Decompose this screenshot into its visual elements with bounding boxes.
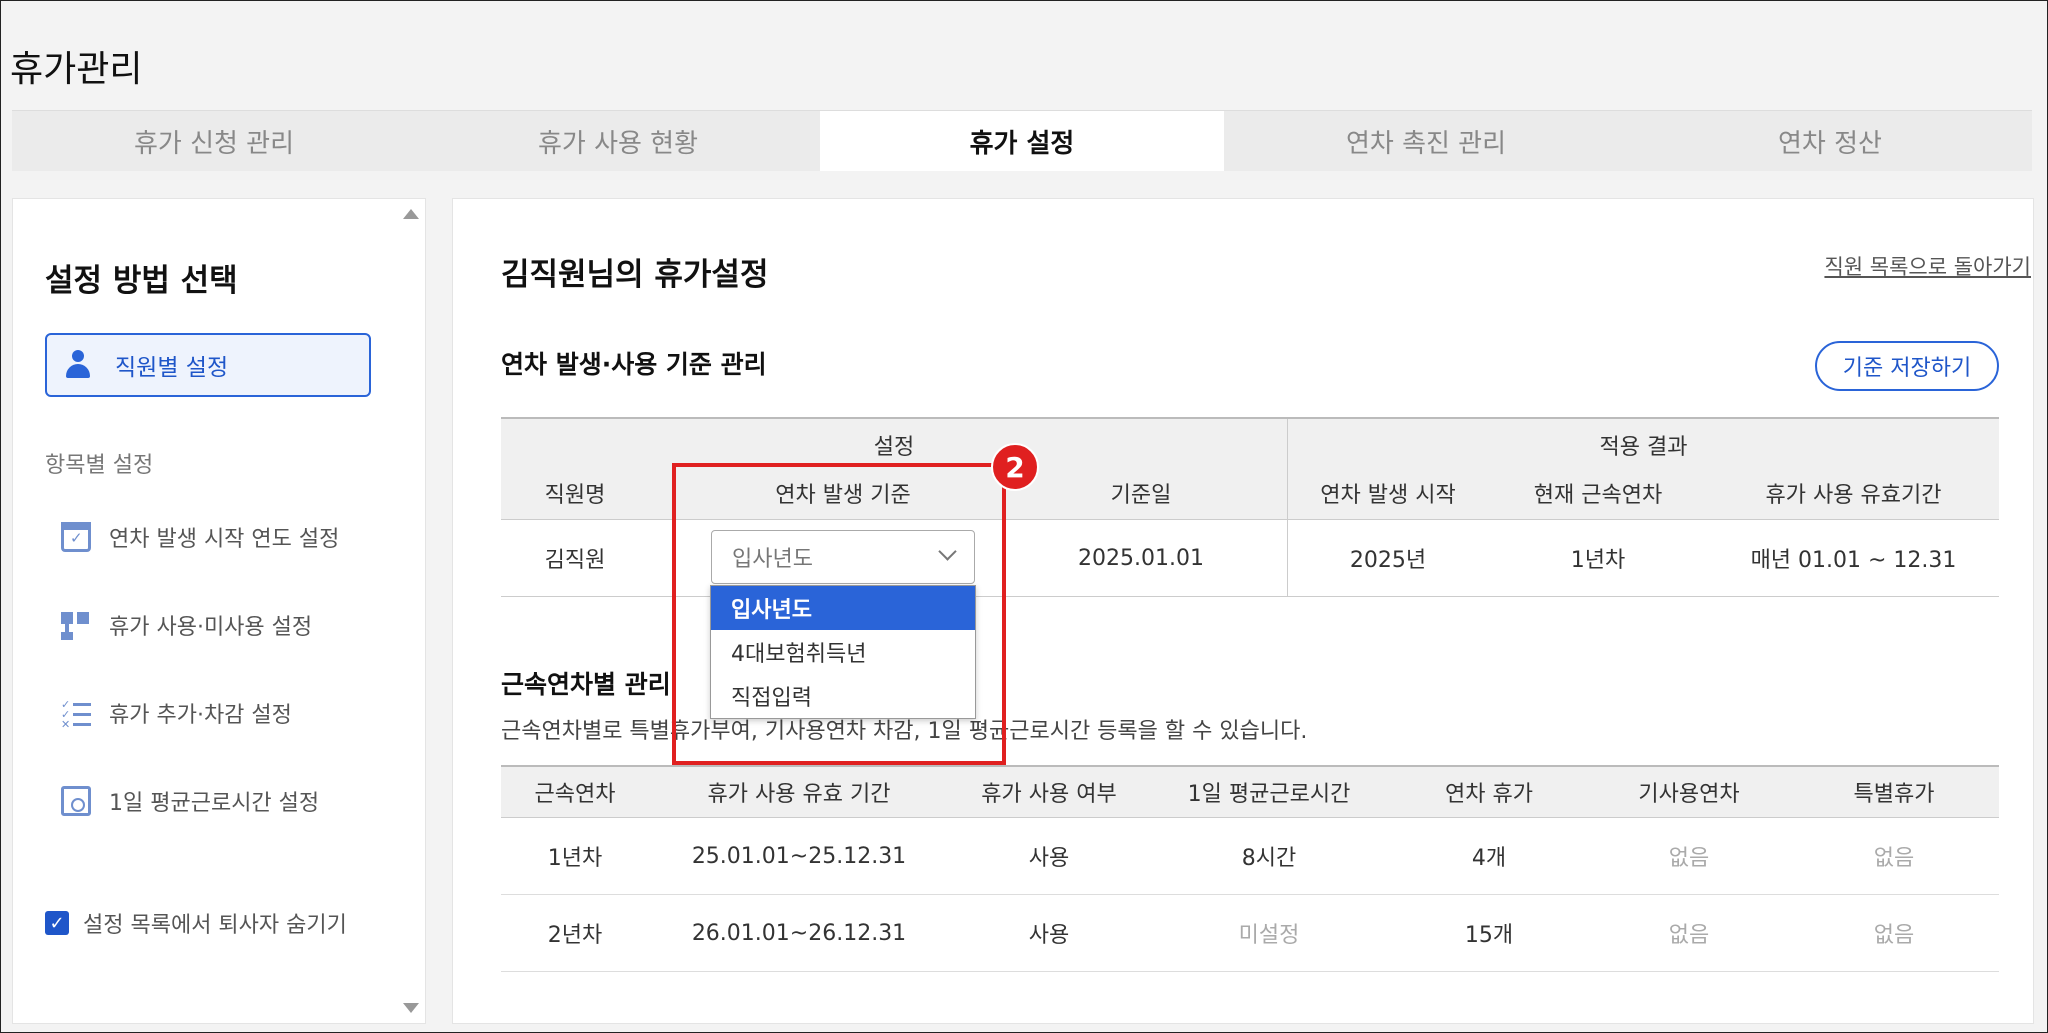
sidebar-item-label: 연차 발생 시작 연도 설정: [109, 527, 340, 552]
scroll-down-icon[interactable]: [403, 1003, 419, 1013]
employee-name: 김직원: [544, 548, 606, 573]
validity: 매년 01.01 ~ 12.31: [1750, 548, 1957, 573]
tenure: 2년차: [547, 923, 603, 948]
sidebar-item-label: 휴가 사용·미사용 설정: [109, 615, 313, 640]
tenure: 1년차: [547, 846, 603, 871]
current-year: 1년차: [1570, 548, 1626, 573]
criteria-table: 설정 적용 결과 직원명 연차 발생 기준 기준일 연차 발생 시작 현재 근속…: [501, 417, 1999, 597]
save-criteria-button[interactable]: 기준 저장하기: [1815, 341, 1999, 391]
criteria-table-header: 설정 적용 결과 직원명 연차 발생 기준 기준일 연차 발생 시작 현재 근속…: [501, 419, 1999, 520]
tab-leave-usage[interactable]: 휴가 사용 현황: [416, 111, 820, 171]
annual-leave: 4개: [1471, 846, 1507, 871]
checklist-icon: ✓ ✓ ✕: [61, 698, 91, 731]
tab-bar: 휴가 신청 관리 휴가 사용 현황 휴가 설정 연차 촉진 관리 연차 정산: [12, 110, 2032, 171]
avg-hours: 8시간: [1241, 846, 1297, 871]
calendar-check-icon: [61, 522, 91, 552]
special-leave[interactable]: 없음: [1789, 818, 1999, 894]
table-row: 1년차 25.01.01~25.12.31 사용 8시간 4개 없음 없음: [501, 818, 1999, 895]
sidebar-title: 설정 방법 선택: [45, 263, 238, 299]
base-date: 2025.01.01: [1078, 545, 1204, 571]
group-header-settings: 설정: [873, 435, 915, 460]
sidebar-item-usage[interactable]: 휴가 사용·미사용 설정: [61, 609, 312, 641]
col-validity-period: 휴가 사용 유효 기간: [707, 782, 891, 807]
tab-leave-settlement[interactable]: 연차 정산: [1628, 111, 2032, 171]
dropdown-option-insurance-year[interactable]: 4대보험취득년: [711, 630, 975, 674]
validity-period: 25.01.01~25.12.31: [691, 843, 907, 869]
dropdown-option-hire-year[interactable]: 입사년도: [711, 586, 975, 630]
col-start-year: 연차 발생 시작: [1320, 483, 1456, 508]
col-base-date: 기준일: [1110, 483, 1172, 508]
validity-period: 26.01.01~26.12.31: [691, 920, 907, 946]
hide-resigned-checkbox[interactable]: ✓ 설정 목록에서 퇴사자 숨기기: [45, 907, 347, 939]
dropdown-option-manual[interactable]: 직접입력: [711, 674, 975, 718]
used-leave[interactable]: 없음: [1589, 895, 1789, 971]
section-title: 근속연차별 관리: [501, 670, 671, 699]
hide-resigned-label: 설정 목록에서 퇴사자 숨기기: [83, 913, 347, 938]
sidebar-item-start-year[interactable]: 연차 발생 시작 연도 설정: [61, 521, 339, 553]
back-to-list-link[interactable]: 직원 목록으로 돌아가기: [1824, 251, 2031, 281]
col-current-year: 현재 근속연차: [1533, 483, 1663, 508]
col-usage: 휴가 사용 여부: [981, 782, 1117, 807]
sidebar-item-avg-hours[interactable]: 1일 평균근로시간 설정: [61, 785, 319, 817]
col-basis: 연차 발생 기준: [775, 483, 911, 508]
basis-select-value: 입사년도: [732, 547, 813, 572]
tab-leave-requests[interactable]: 휴가 신청 관리: [12, 111, 416, 171]
section-title: 연차 발생·사용 기준 관리: [501, 350, 767, 379]
tenure-table-header: 근속연차 휴가 사용 유효 기간 휴가 사용 여부 1일 평균근로시간 연차 휴…: [501, 767, 1999, 818]
col-employee-name: 직원명: [544, 483, 606, 508]
start-year: 2025년: [1349, 548, 1427, 573]
basis-dropdown-menu: 입사년도 4대보험취득년 직접입력: [710, 585, 976, 719]
col-special-leave: 특별휴가: [1853, 782, 1935, 807]
table-row: 2년차 26.01.01~26.12.31 사용 미설정 15개 없음 없음: [501, 895, 1999, 972]
sidebar-subtitle: 항목별 설정: [45, 453, 154, 478]
page-title: 김직원님의 휴가설정: [501, 257, 769, 293]
sidebar: 설정 방법 선택 직원별 설정 항목별 설정 연차 발생 시작 연도 설정 휴가…: [12, 198, 426, 1024]
basis-select[interactable]: 입사년도: [711, 530, 975, 584]
group-header-result: 적용 결과: [1599, 435, 1688, 460]
flow-icon: [61, 610, 91, 640]
tab-leave-promotion[interactable]: 연차 촉진 관리: [1224, 111, 1628, 171]
clock-icon: [61, 786, 91, 816]
col-used-leave: 기사용연차: [1638, 782, 1740, 807]
used-leave[interactable]: 없음: [1589, 818, 1789, 894]
chevron-down-icon: [938, 542, 957, 561]
tenure-table: 근속연차 휴가 사용 유효 기간 휴가 사용 여부 1일 평균근로시간 연차 휴…: [501, 765, 1999, 972]
usage: 사용: [1028, 923, 1070, 948]
sidebar-item-add-deduct[interactable]: ✓ ✓ ✕ 휴가 추가·차감 설정: [61, 697, 292, 731]
col-avg-hours: 1일 평균근로시간: [1187, 782, 1351, 807]
scroll-up-icon[interactable]: [403, 209, 419, 219]
sidebar-item-label: 1일 평균근로시간 설정: [109, 791, 320, 816]
col-validity: 휴가 사용 유효기간: [1765, 483, 1942, 508]
person-icon: [63, 350, 93, 380]
main-panel: 김직원님의 휴가설정 직원 목록으로 돌아가기 연차 발생·사용 기준 관리 기…: [452, 198, 2034, 1024]
col-tenure: 근속연차: [534, 782, 616, 807]
app-title: 휴가관리: [10, 49, 143, 90]
avg-hours[interactable]: 미설정: [1149, 895, 1389, 971]
usage: 사용: [1028, 846, 1070, 871]
callout-badge: 2: [991, 443, 1039, 491]
tab-leave-settings[interactable]: 휴가 설정: [820, 111, 1224, 171]
special-leave[interactable]: 없음: [1789, 895, 1999, 971]
checkmark-icon[interactable]: ✓: [45, 911, 69, 935]
annual-leave: 15개: [1464, 923, 1514, 948]
sidebar-item-label: 휴가 추가·차감 설정: [109, 703, 292, 728]
per-employee-settings-label: 직원별 설정: [115, 355, 229, 381]
col-annual-leave: 연차 휴가: [1445, 782, 1533, 807]
per-employee-settings-button[interactable]: 직원별 설정: [45, 333, 371, 397]
